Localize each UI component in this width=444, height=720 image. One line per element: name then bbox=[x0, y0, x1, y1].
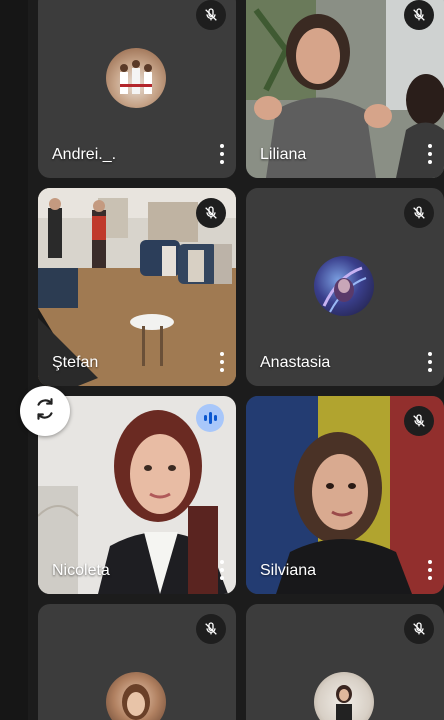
mic-off-icon bbox=[196, 198, 226, 228]
participant-tile-nicoleta[interactable]: Nicoleta bbox=[38, 396, 236, 594]
participant-name: Silviana bbox=[260, 562, 317, 579]
more-vert-icon[interactable] bbox=[424, 558, 436, 582]
more-vert-icon[interactable] bbox=[216, 142, 228, 166]
more-vert-icon[interactable] bbox=[424, 142, 436, 166]
mic-off-icon bbox=[404, 406, 434, 436]
mic-off-icon bbox=[404, 614, 434, 644]
participant-name: Anastasia bbox=[260, 354, 331, 371]
participant-tile-liliana[interactable]: Liliana bbox=[246, 0, 444, 178]
participant-tile-stefan[interactable]: Ştefan bbox=[38, 188, 236, 386]
more-vert-icon[interactable] bbox=[216, 350, 228, 374]
avatar bbox=[106, 48, 166, 108]
avatar bbox=[106, 672, 166, 720]
avatar bbox=[314, 672, 374, 720]
participant-tile-7[interactable] bbox=[38, 604, 236, 720]
mic-off-icon bbox=[196, 0, 226, 30]
left-edge-strip bbox=[0, 0, 28, 720]
avatar bbox=[314, 256, 374, 316]
more-vert-icon[interactable] bbox=[216, 558, 228, 582]
participant-name: Liliana bbox=[260, 146, 307, 163]
participant-tile-silviana[interactable]: Silviana bbox=[246, 396, 444, 594]
rotate-camera-icon bbox=[32, 396, 58, 427]
participant-tile-andrei[interactable]: Andrei._. bbox=[38, 0, 236, 178]
mic-off-icon bbox=[404, 198, 434, 228]
participant-name: Nicoleta bbox=[52, 562, 110, 579]
participant-tile-anastasia[interactable]: Anastasia bbox=[246, 188, 444, 386]
more-vert-icon[interactable] bbox=[424, 350, 436, 374]
audio-level-icon bbox=[196, 404, 224, 432]
participant-name: Ştefan bbox=[52, 354, 99, 371]
mic-off-icon bbox=[404, 0, 434, 30]
mic-off-icon bbox=[196, 614, 226, 644]
participant-tile-8[interactable] bbox=[246, 604, 444, 720]
rotate-camera-button[interactable] bbox=[20, 386, 70, 436]
participant-name: Andrei._. bbox=[52, 146, 117, 163]
